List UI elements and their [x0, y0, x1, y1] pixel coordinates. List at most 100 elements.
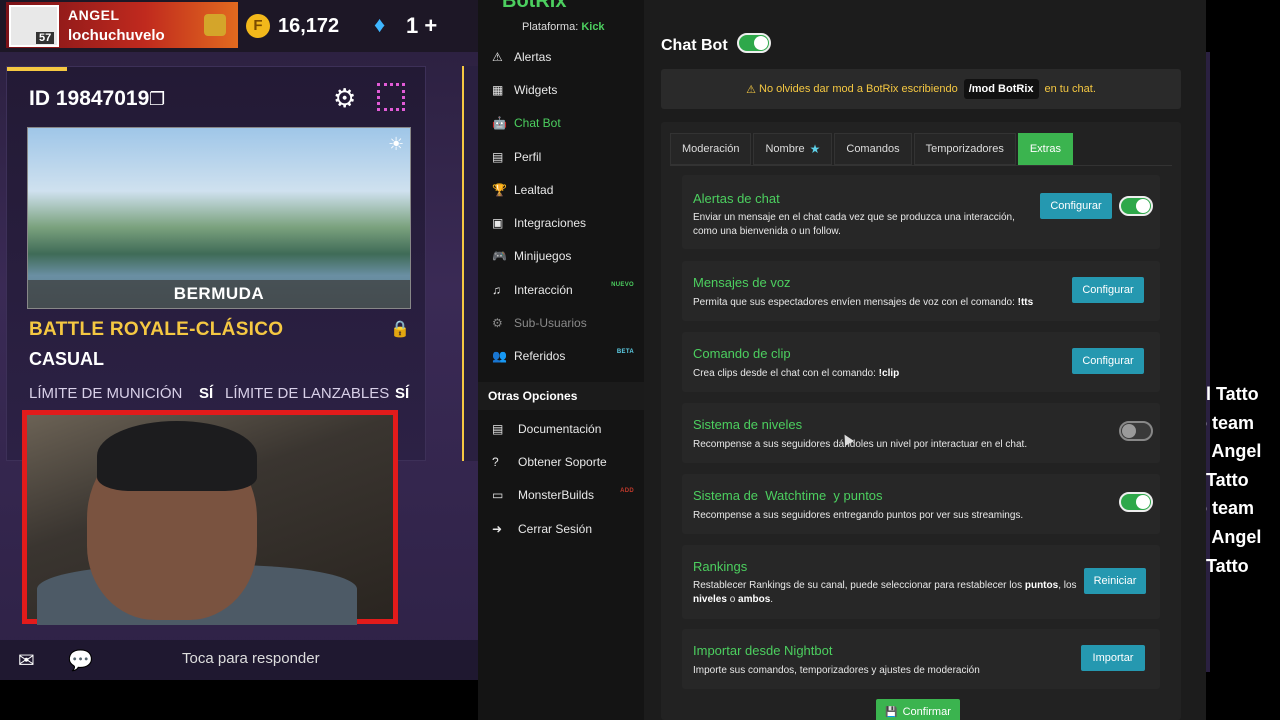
sidebar-item-minijuegos[interactable]: 🎮 Minijuegos: [478, 240, 644, 273]
platform-value: Kick: [581, 21, 605, 33]
sidebar-item-referidos[interactable]: 👥 Referidos BETA: [478, 340, 644, 373]
feature-title: Sistema de Watchtime y puntos: [693, 488, 883, 503]
tab-temporizadores[interactable]: Temporizadores: [913, 133, 1016, 165]
sidebar-item-label: Widgets: [514, 82, 558, 97]
sidebar-item-lealtad[interactable]: 🏆 Lealtad: [478, 173, 644, 206]
desc-comma: ,: [1058, 580, 1061, 591]
mode-title: BATTLE ROYALE-CLÁSICO: [29, 319, 284, 340]
tab-label: Comandos: [846, 143, 900, 155]
feature-chat-alerts: Alertas de chat Enviar un mensaje en el …: [682, 175, 1160, 249]
configure-button[interactable]: Configurar: [1072, 277, 1144, 303]
overlay-chat-line: o team: [1206, 498, 1255, 519]
tab-moderacion[interactable]: Moderación: [670, 133, 752, 165]
chat-bot-toggle[interactable]: [737, 33, 771, 53]
sidebar-item-label: Lealtad: [514, 182, 554, 197]
sidebar-item-label: Minijuegos: [514, 249, 572, 264]
qr-icon[interactable]: [377, 83, 405, 111]
sidebar-item-integraciones[interactable]: ▣ Integraciones: [478, 206, 644, 239]
sidebar-section-title: Otras Opciones: [478, 382, 644, 410]
main-content: Chat Bot ⚠ No olvides dar mod a BotRix e…: [644, 0, 1206, 720]
tab-extras[interactable]: Extras: [1017, 133, 1074, 165]
webcam-cap: [97, 421, 257, 491]
sidebar-item-interaccion[interactable]: ♫ Interacción NUEVO: [478, 273, 644, 306]
integrations-icon: ▣: [492, 216, 504, 231]
import-button[interactable]: Importar: [1081, 645, 1145, 671]
star-icon: ★: [809, 142, 821, 156]
sidebar-item-label: Sub-Usuarios: [514, 316, 587, 331]
feature-description: Recompense a sus seguidores entregando p…: [693, 510, 1024, 521]
desc-text: Permita que sus espectadores envíen mens…: [693, 297, 1015, 308]
player-tag: ANGEL: [68, 7, 120, 23]
sidebar-item-documentacion[interactable]: ▤ Documentación: [478, 412, 644, 445]
feature-import-nightbot: Importar desde Nightbot Importe sus coma…: [682, 629, 1160, 689]
game-topbar: 57 ANGEL lochuchuvelo F 16,172 ♦ 1 +: [0, 0, 478, 52]
watchtime-toggle[interactable]: [1119, 492, 1153, 512]
sidebar-item-label: Obtener Soporte: [518, 454, 607, 469]
logout-icon: ➜: [492, 521, 503, 536]
desc-los: los: [1063, 580, 1077, 591]
reply-hint[interactable]: Toca para responder: [182, 650, 320, 667]
diamond-icon: ♦: [374, 12, 386, 37]
confirm-button[interactable]: 💾 Confirmar: [876, 699, 960, 720]
gear-icon[interactable]: ⚙: [333, 83, 356, 114]
feature-description: Restablecer Rankings de su canal, puede …: [693, 579, 1083, 607]
sidebar-item-soporte[interactable]: ? Obtener Soporte: [478, 445, 644, 478]
feature-clip-command: Comando de clip Crea clips desde el chat…: [682, 332, 1160, 392]
widgets-icon: ▦: [492, 82, 504, 97]
copy-icon[interactable]: ❐: [149, 89, 165, 110]
sidebar-item-logout[interactable]: ➜ Cerrar Sesión: [478, 512, 644, 545]
sidebar-item-perfil[interactable]: ▤ Perfil: [478, 140, 644, 173]
platform-indicator: Plataforma: Kick: [522, 21, 605, 33]
sidebar-item-label: Documentación: [518, 421, 602, 436]
room-card: ID 19847019 ❐ ⚙ ☀ BERMUDA BATTLE ROYALE-…: [6, 66, 426, 461]
chat-alerts-toggle[interactable]: [1119, 196, 1153, 216]
rule-ammo-label: LÍMITE DE MUNICIÓN: [29, 385, 183, 402]
level-system-toggle[interactable]: [1119, 421, 1153, 441]
help-icon: ?: [492, 454, 499, 469]
sidebar-item-label: Alertas: [514, 49, 552, 64]
users-gear-icon: ⚙: [492, 316, 503, 331]
sidebar-item-alertas[interactable]: ⚠ Alertas: [478, 40, 644, 73]
sidebar-item-widgets[interactable]: ▦ Widgets: [478, 73, 644, 106]
player-profile[interactable]: 57 ANGEL lochuchuvelo: [6, 2, 238, 48]
tab-label: Moderación: [682, 143, 740, 155]
sidebar-item-label: Integraciones: [514, 216, 587, 231]
stream-chat-overlay: el Tatto o team n Angel l Tatto o team n…: [1206, 0, 1280, 720]
configure-button[interactable]: Configurar: [1040, 193, 1112, 219]
feature-title: Rankings: [693, 559, 748, 574]
desc-period: .: [770, 594, 774, 605]
users-icon: 👥: [492, 349, 507, 364]
toggle-knob: [1122, 424, 1136, 438]
notice-text-after: en tu chat.: [1044, 83, 1096, 95]
map-image: ☀ BERMUDA: [27, 127, 411, 309]
overlay-chat-lines: el Tatto o team n Angel l Tatto o team n…: [1206, 380, 1261, 580]
configure-button[interactable]: Configurar: [1072, 348, 1144, 374]
sidebar-item-chat-bot[interactable]: 🤖 Chat Bot: [478, 107, 644, 140]
dm-icon[interactable]: ✉: [18, 648, 35, 673]
robot-icon: 🤖: [492, 116, 507, 131]
sidebar-nav: ⚠ Alertas ▦ Widgets 🤖 Chat Bot ▤ Perfil 🏆 Lea…: [478, 40, 644, 373]
reset-button[interactable]: Reiniciar: [1084, 568, 1146, 594]
sidebar-item-monsterbuilds[interactable]: ▭ MonsterBuilds ADD: [478, 479, 644, 512]
desc-points: puntos: [1024, 580, 1059, 591]
trophy-icon: 🏆: [492, 182, 507, 197]
chat-icon[interactable]: 💬: [68, 648, 93, 673]
sidebar-item-label: Referidos: [514, 349, 566, 364]
desc-or: o: [729, 594, 736, 605]
rule-ammo-value: SÍ: [199, 385, 214, 402]
game-chat-bar: ✉ 💬 Toca para responder: [0, 640, 478, 680]
sidebar-item-label: Interacción: [514, 282, 573, 297]
settings-panel: Moderación Nombre ★ Comandos Temporizador…: [661, 122, 1181, 720]
overlay-chat-line: o team: [1206, 412, 1255, 433]
sidebar-item-label: Perfil: [514, 149, 542, 164]
sidebar-item-sub-usuarios[interactable]: ⚙ Sub-Usuarios: [478, 306, 644, 339]
tab-nombre[interactable]: Nombre ★: [753, 133, 833, 165]
diamond-count: 1 +: [406, 13, 438, 38]
feature-description: Permita que sus espectadores envíen mens…: [693, 296, 1063, 310]
feature-description: Importe sus comandos, temporizadores y a…: [693, 665, 980, 676]
tab-comandos[interactable]: Comandos: [834, 133, 912, 165]
brand-logo[interactable]: BotRix: [502, 0, 566, 13]
page-title: Chat Bot: [661, 37, 728, 54]
game-footer: [0, 680, 478, 720]
sidebar: BotRix Plataforma: Kick ⚠ Alertas ▦ Widget…: [478, 0, 644, 720]
